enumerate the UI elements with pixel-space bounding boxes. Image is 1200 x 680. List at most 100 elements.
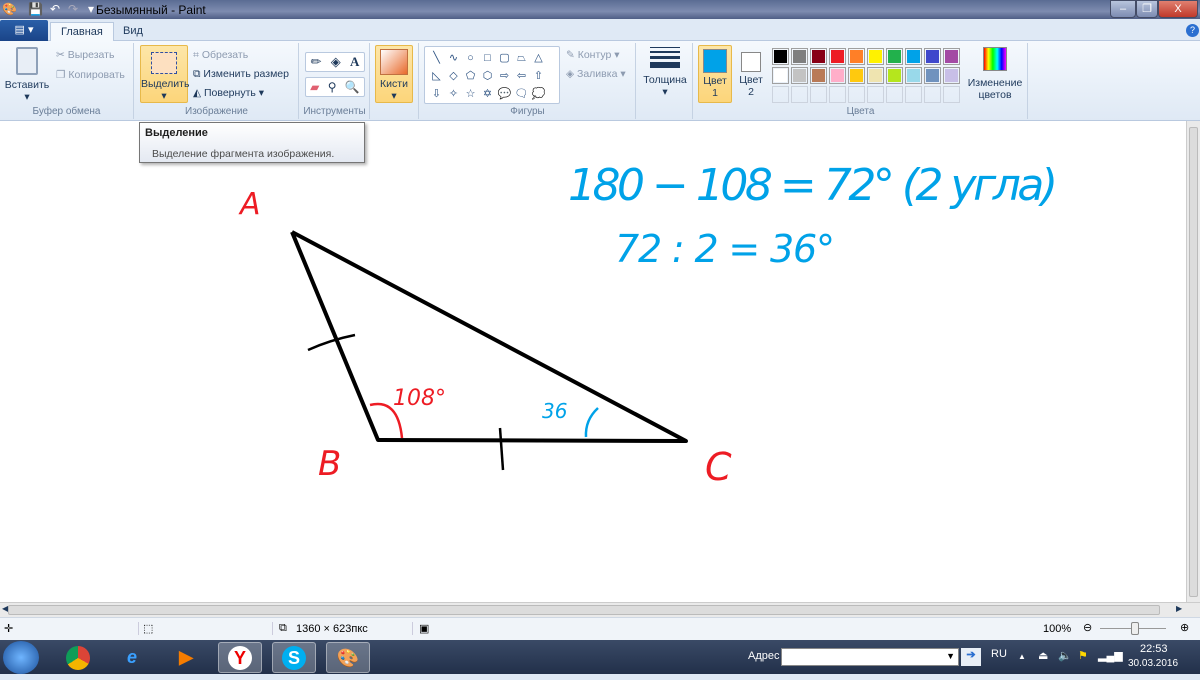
tab-view[interactable]: Вид <box>113 22 153 42</box>
shape-16[interactable]: ☆ <box>462 85 479 103</box>
palette-color[interactable] <box>791 67 808 84</box>
taskbar-paint[interactable]: 🎨 <box>326 642 370 673</box>
shape-4[interactable]: ▢ <box>496 49 513 67</box>
volume-icon[interactable]: 🔈 <box>1058 649 1072 662</box>
taskbar-yandex[interactable]: Y <box>218 642 262 673</box>
shape-0[interactable]: ╲ <box>428 49 445 67</box>
palette-color[interactable] <box>886 67 903 84</box>
palette-empty-slot[interactable] <box>867 86 884 103</box>
palette-color[interactable] <box>905 48 922 65</box>
taskbar-ie[interactable]: e <box>110 642 154 673</box>
fill-button[interactable]: ◈ Заливка ▾ <box>566 68 626 80</box>
palette-empty-slot[interactable] <box>772 86 789 103</box>
palette-empty-slot[interactable] <box>886 86 903 103</box>
language-indicator[interactable]: RU <box>991 648 1007 660</box>
palette-color[interactable] <box>829 48 846 65</box>
palette-empty-slot[interactable] <box>810 86 827 103</box>
shape-1[interactable]: ∿ <box>445 49 462 67</box>
palette-color[interactable] <box>943 67 960 84</box>
vertical-scroll-thumb[interactable] <box>1189 127 1198 597</box>
shape-19[interactable]: 🗨 <box>513 85 530 103</box>
zoom-in-button[interactable]: ⊕ <box>1180 621 1189 634</box>
thickness-button[interactable]: Толщина ▾ <box>641 47 689 98</box>
tab-home[interactable]: Главная <box>50 22 114 42</box>
action-center-icon[interactable]: ⚑ <box>1078 649 1088 662</box>
outline-button[interactable]: ✎ Контур ▾ <box>566 49 620 61</box>
address-input[interactable]: ▼ <box>781 648 959 666</box>
palette-empty-slot[interactable] <box>943 86 960 103</box>
palette-color[interactable] <box>943 48 960 65</box>
palette-color[interactable] <box>924 48 941 65</box>
save-icon[interactable]: 💾 <box>28 2 43 16</box>
palette-color[interactable] <box>829 67 846 84</box>
clock-date[interactable]: 30.03.2016 <box>1128 658 1178 669</box>
shape-5[interactable]: ⏢ <box>513 49 530 67</box>
pencil-icon[interactable]: ✏ <box>311 53 322 71</box>
shape-7[interactable]: ◺ <box>428 67 445 85</box>
shape-14[interactable]: ⇩ <box>428 85 445 103</box>
shape-18[interactable]: 💬 <box>496 85 513 103</box>
start-button[interactable] <box>3 641 39 674</box>
show-hidden-icons[interactable]: ▲ <box>1018 652 1026 661</box>
palette-empty-slot[interactable] <box>791 86 808 103</box>
palette-color[interactable] <box>867 48 884 65</box>
palette-empty-slot[interactable] <box>829 86 846 103</box>
zoom-out-button[interactable]: ⊖ <box>1083 621 1092 634</box>
close-button[interactable]: X <box>1158 0 1198 18</box>
shape-20[interactable]: 💭 <box>530 85 547 103</box>
palette-color[interactable] <box>924 67 941 84</box>
cut-button[interactable]: ✂ Вырезать <box>56 49 114 61</box>
palette-empty-slot[interactable] <box>905 86 922 103</box>
shape-10[interactable]: ⬡ <box>479 67 496 85</box>
edit-colors-button[interactable]: Изменение цветов <box>966 47 1024 101</box>
color-picker-icon[interactable]: ⚲ <box>328 78 337 96</box>
address-go-button[interactable]: ➔ <box>961 648 981 666</box>
shape-15[interactable]: ✧ <box>445 85 462 103</box>
shape-17[interactable]: ✡ <box>479 85 496 103</box>
palette-color[interactable] <box>810 48 827 65</box>
shape-11[interactable]: ⇨ <box>496 67 513 85</box>
palette-color[interactable] <box>772 67 789 84</box>
shape-9[interactable]: ⬠ <box>462 67 479 85</box>
palette-empty-slot[interactable] <box>848 86 865 103</box>
maximize-button[interactable]: ❐ <box>1136 0 1158 18</box>
scroll-right-arrow[interactable]: ▶ <box>1176 604 1182 613</box>
shape-8[interactable]: ◇ <box>445 67 462 85</box>
shape-3[interactable]: □ <box>479 49 496 67</box>
clock-time[interactable]: 22:53 <box>1140 643 1168 655</box>
minimize-button[interactable]: – <box>1110 0 1136 18</box>
shape-13[interactable]: ⇧ <box>530 67 547 85</box>
shape-12[interactable]: ⇦ <box>513 67 530 85</box>
taskbar-media[interactable]: ▶ <box>164 642 208 673</box>
crop-button[interactable]: ⌗ Обрезать <box>193 49 248 62</box>
redo-icon[interactable]: ↷ <box>66 2 80 16</box>
magnifier-icon[interactable]: 🔍 <box>345 78 360 96</box>
paste-button[interactable]: Вставить ▾ <box>4 47 50 103</box>
palette-empty-slot[interactable] <box>924 86 941 103</box>
eraser-icon[interactable]: ▰ <box>310 78 319 96</box>
shape-2[interactable]: ○ <box>462 49 479 67</box>
address-dropdown-icon[interactable]: ▼ <box>946 651 955 661</box>
taskbar-skype[interactable]: S <box>272 642 316 673</box>
select-button[interactable]: Выделить ▾ <box>140 45 189 103</box>
text-icon[interactable]: A <box>350 53 359 71</box>
file-menu-button[interactable]: ▤ ▾ <box>0 20 48 41</box>
taskbar-chrome[interactable] <box>56 642 100 673</box>
undo-icon[interactable]: ↶ <box>48 2 62 16</box>
shape-6[interactable]: △ <box>530 49 547 67</box>
brushes-button[interactable]: Кисти ▾ <box>375 45 413 103</box>
copy-button[interactable]: ❐ Копировать <box>56 69 125 81</box>
palette-color[interactable] <box>791 48 808 65</box>
palette-color[interactable] <box>772 48 789 65</box>
palette-color[interactable] <box>848 48 865 65</box>
palette-color[interactable] <box>867 67 884 84</box>
fill-bucket-icon[interactable]: ◈ <box>331 53 341 71</box>
color1-button[interactable]: Цвет 1 <box>698 45 732 103</box>
zoom-slider-thumb[interactable] <box>1131 622 1139 635</box>
vertical-scrollbar[interactable] <box>1186 121 1200 602</box>
horizontal-scrollbar[interactable]: ◀ ▶ <box>0 602 1200 617</box>
horizontal-scroll-thumb[interactable] <box>8 605 1160 615</box>
network-icon[interactable]: ▂▄▆ <box>1098 649 1123 662</box>
usb-icon[interactable]: ⏏ <box>1038 649 1048 662</box>
palette-color[interactable] <box>905 67 922 84</box>
